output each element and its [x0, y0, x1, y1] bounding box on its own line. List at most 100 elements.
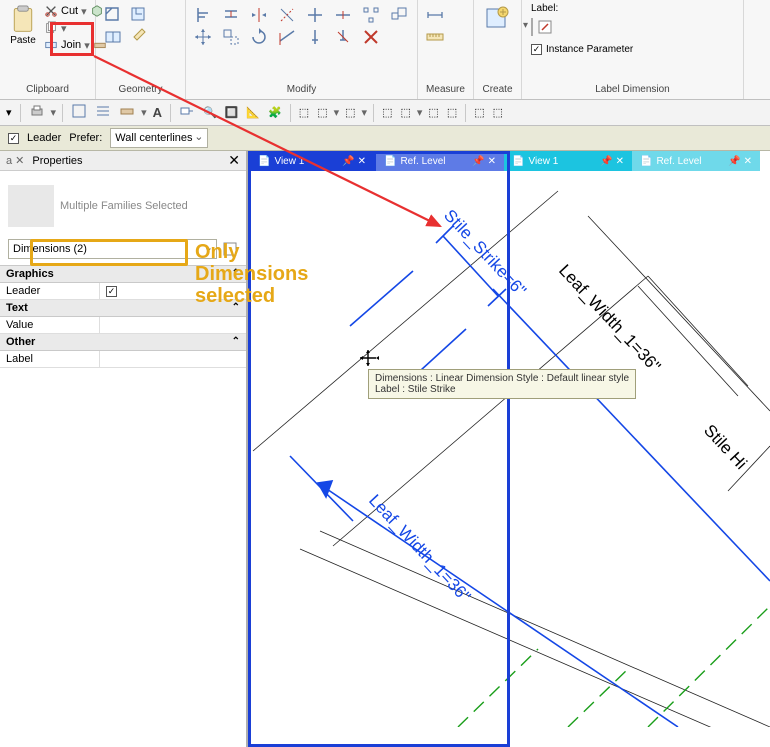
paint-icon[interactable] — [129, 27, 149, 47]
instance-parameter-checkbox[interactable] — [531, 44, 542, 55]
paste-button[interactable]: Paste — [5, 3, 41, 48]
q10-icon[interactable]: ⬚ — [426, 105, 440, 120]
move-icon[interactable] — [193, 27, 213, 47]
cope-icon[interactable] — [103, 5, 123, 25]
measure-icon[interactable] — [425, 27, 445, 47]
viewport[interactable]: 📄 View 1📌 ✕ 📄 Ref. Level📌 ✕ 📄 View 1📌 ✕ … — [248, 151, 770, 747]
leader-label: Leader — [27, 132, 61, 144]
q11-icon[interactable]: ⬚ — [445, 105, 459, 120]
ribbon-group-measure: Measure — [418, 0, 474, 99]
prefer-select[interactable]: Wall centerlines — [110, 128, 207, 148]
leaf-width-top-label: Leaf_Width_1=36" — [555, 261, 664, 376]
ribbon-group-modify: Modify — [186, 0, 418, 99]
ribbon-group-label-dimension: Label: ▾ Instance Parameter Label Dimens… — [522, 0, 744, 99]
properties-header: a ✕ Properties ✕ — [0, 151, 246, 171]
text-section-header[interactable]: Text⌃ — [0, 300, 246, 317]
label-row: Label — [0, 351, 246, 368]
q3-icon[interactable]: 📐 — [244, 105, 262, 120]
trim-extend-icon[interactable] — [277, 27, 297, 47]
align-icon[interactable] — [193, 5, 213, 25]
q13-icon[interactable]: ⬚ — [491, 105, 505, 120]
q7-icon[interactable]: ⬚ — [343, 105, 357, 120]
q2-icon[interactable]: 🔲 — [223, 105, 241, 120]
leaf-width-bottom-label: Leaf_Width_1=36" — [365, 491, 474, 606]
pin-icon[interactable] — [305, 27, 325, 47]
trim-icon[interactable] — [305, 5, 325, 25]
copy-icon — [44, 21, 58, 35]
rotate-icon[interactable] — [249, 27, 269, 47]
modify-group-label: Modify — [191, 82, 412, 97]
q-icon[interactable]: 🔍 — [201, 105, 219, 120]
other-section-header[interactable]: Other⌃ — [0, 334, 246, 351]
measure-icons — [423, 3, 475, 49]
text-icon[interactable]: A — [151, 104, 164, 121]
leader-property-checkbox[interactable] — [106, 286, 117, 297]
label-dimension-group-label: Label Dimension — [527, 82, 738, 97]
hover-tooltip: Dimensions : Linear Dimension Style : De… — [368, 369, 636, 399]
split-face-icon[interactable] — [103, 27, 123, 47]
value-property-cell[interactable] — [100, 317, 246, 333]
notch-icon[interactable] — [129, 5, 149, 25]
properties-panel: a ✕ Properties ✕ Multiple Families Selec… — [0, 151, 248, 747]
drawing-canvas[interactable]: Stile_Strike=6" Leaf_Width_1=36" Leaf_Wi… — [248, 151, 770, 727]
ribbon-group-geometry: Geometry — [96, 0, 186, 99]
edit-type-icon[interactable] — [222, 241, 238, 257]
properties-grid: Graphics⌃ Leader Text⌃ Value Other⌃ Labe… — [0, 265, 246, 368]
graphics-section-header[interactable]: Graphics⌃ — [0, 266, 246, 283]
copy-move-icon[interactable] — [221, 27, 241, 47]
q5-icon[interactable]: ⬚ — [297, 105, 311, 120]
array-icon[interactable] — [361, 5, 381, 25]
q9-icon[interactable]: ⬚ — [398, 105, 412, 120]
label-select[interactable]: ▾ — [531, 18, 533, 36]
clipboard-group-label: Clipboard — [5, 82, 90, 97]
split-icon[interactable] — [333, 5, 353, 25]
wireframe-icon[interactable] — [69, 102, 89, 123]
move-cursor-icon — [360, 350, 379, 366]
tag-icon[interactable] — [177, 102, 197, 123]
work-area: a ✕ Properties ✕ Multiple Families Selec… — [0, 151, 770, 747]
quick-access-toolbar: ▾ ▾ ▾ A 🔍 🔲 📐 🧩 ⬚ ⬚ ▾ ⬚ ▾ ⬚ ⬚ ▾ ⬚ ⬚ ⬚ ⬚ — [0, 100, 770, 126]
selection-filter-select[interactable]: Dimensions (2) — [8, 239, 217, 259]
type-selector-text: Multiple Families Selected — [60, 199, 188, 213]
q6-icon[interactable]: ⬚ — [315, 105, 329, 120]
unpin-icon[interactable] — [333, 27, 353, 47]
join-icon — [44, 38, 58, 52]
measure-group-label: Measure — [423, 82, 468, 97]
geometry-group-label: Geometry — [101, 82, 180, 97]
label-property-label: Label — [0, 351, 100, 367]
offset-icon[interactable] — [221, 5, 241, 25]
type-selector[interactable]: Multiple Families Selected — [0, 171, 246, 239]
scale-icon[interactable] — [389, 5, 409, 25]
prefer-label: Prefer: — [69, 132, 102, 144]
leader-row: Leader — [0, 283, 246, 300]
type-thumbnail — [8, 185, 54, 227]
delete-icon[interactable] — [361, 27, 381, 47]
value-property-label: Value — [0, 317, 100, 333]
q4-icon[interactable]: 🧩 — [266, 105, 284, 120]
create-icon — [483, 5, 511, 33]
instance-parameter-label: Instance Parameter — [546, 44, 633, 55]
options-bar: Leader Prefer: Wall centerlines — [0, 126, 770, 151]
mirror-pick-icon[interactable] — [277, 5, 297, 25]
geometry-icons[interactable] — [101, 3, 179, 49]
label-field-label: Label: — [531, 3, 558, 14]
label-property-cell[interactable] — [100, 351, 246, 367]
properties-close-icon[interactable]: ✕ — [228, 152, 240, 169]
q8-icon[interactable]: ⬚ — [380, 105, 394, 120]
leader-property-label: Leader — [0, 283, 100, 299]
print-icon[interactable] — [27, 102, 47, 123]
join-label: Join — [61, 39, 81, 51]
create-group-label: Create — [479, 82, 516, 97]
q12-icon[interactable]: ⬚ — [472, 105, 486, 120]
ribbon-group-create: Create — [474, 0, 522, 99]
mirror-axis-icon[interactable] — [249, 5, 269, 25]
paste-label: Paste — [10, 35, 36, 46]
dimension-icon[interactable] — [425, 5, 445, 25]
qat-dropdown[interactable]: ▾ — [4, 105, 14, 120]
ribbon: Paste Cut ▾ ▾ Join ▾ — [0, 0, 770, 100]
create-button[interactable] — [479, 3, 515, 35]
edit-label-icon[interactable] — [537, 19, 553, 35]
leader-checkbox[interactable] — [8, 133, 19, 144]
wall-join-icon[interactable] — [117, 102, 137, 123]
thin-lines-icon[interactable] — [93, 102, 113, 123]
